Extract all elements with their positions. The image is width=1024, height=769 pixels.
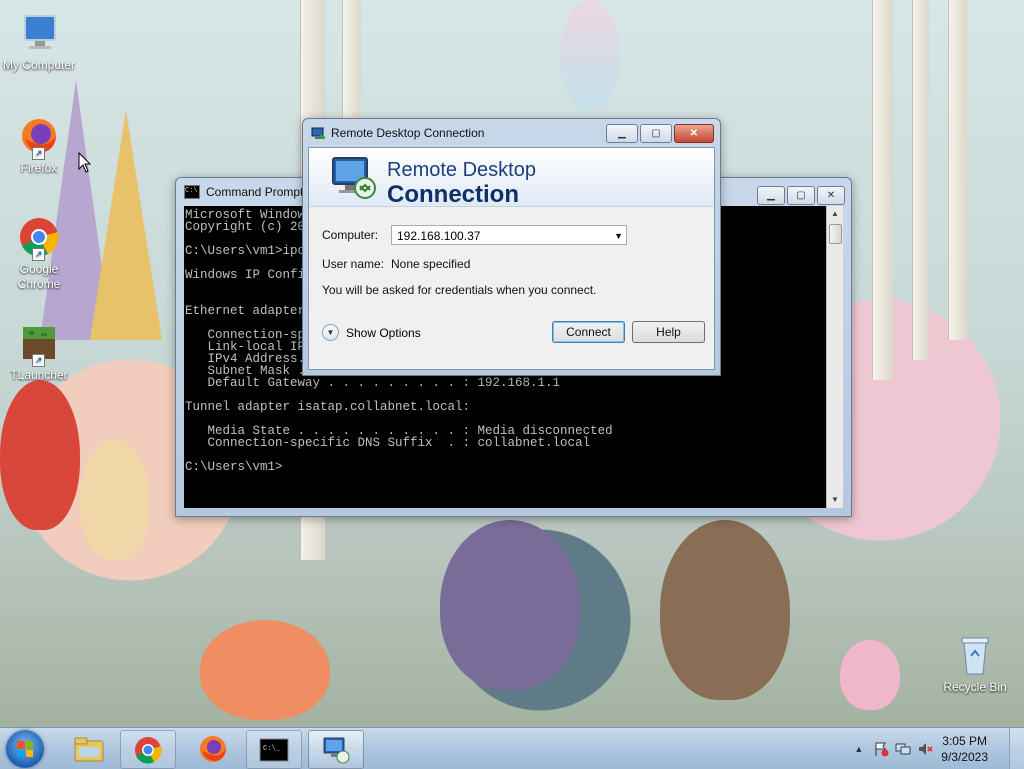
show-options-toggle[interactable]: ▼ Show Options [322,324,421,341]
computer-label: Computer: [322,228,379,242]
desktop-icon-tlauncher[interactable]: ↗ TLauncher [2,320,76,383]
desktop-icon-label: Firefox [20,161,58,175]
console-line: C:\Users\vm1> [185,460,283,474]
chrome-icon: ↗ [16,214,62,261]
close-button[interactable]: ✕ [817,186,845,205]
chevron-down-icon[interactable]: ▼ [614,226,623,246]
cmd-app-icon: C:\ [184,185,200,199]
banner-title-line2: Connection [387,181,519,208]
desktop-icon-firefox[interactable]: ↗ Firefox [2,113,76,176]
volume-muted-icon[interactable] [917,741,933,757]
desktop-icon-my-computer[interactable]: My Computer [2,10,76,73]
show-desktop-button[interactable] [1009,728,1024,769]
windows-logo-icon [17,741,33,757]
firefox-icon [200,735,226,762]
close-icon: ✕ [826,190,836,201]
clock-date: 9/3/2023 [941,749,988,764]
desktop-icon-label: TLauncher [10,368,68,382]
console-line: Default Gateway . . . . . . . . . : 192.… [185,376,561,390]
show-hidden-icons-button[interactable]: ▲ [854,744,863,754]
minimize-button[interactable]: ▁ [606,124,638,143]
scroll-up-icon[interactable]: ▲ [827,206,843,222]
console-line: Tunnel adapter isatap.collabnet.local: [185,400,471,414]
rdc-form: Computer: 192.168.100.37 ▼ User name: No… [309,207,714,369]
connect-button[interactable]: Connect [552,321,625,343]
desktop-icon-google-chrome[interactable]: ↗ Google Chrome [2,214,76,292]
taskbar-chrome-button[interactable] [120,730,176,769]
username-label: User name: [322,257,385,271]
desktop-icon-recycle-bin[interactable]: Recycle Bin [938,632,1012,695]
minimize-button[interactable]: ▁ [757,186,785,205]
rdc-content: Remote Desktop Connection Computer: 192.… [308,147,715,370]
taskbar: C:\_ ▲ 3:05 PM 9/3/2023 [0,727,1024,769]
taskbar-cmd-button[interactable]: C:\_ [246,730,302,769]
computer-value: 192.168.100.37 [397,229,481,243]
remote-desktop-logo-icon [332,157,376,199]
window-title: Remote Desktop Connection [331,126,485,140]
maximize-icon: ▢ [796,190,806,201]
clock-time: 3:05 PM [942,733,987,748]
firefox-icon: ↗ [16,113,62,160]
maximize-button[interactable]: ▢ [787,186,815,205]
remote-desktop-icon [323,737,350,763]
scroll-down-icon[interactable]: ▼ [827,492,843,508]
credentials-note: You will be asked for credentials when y… [322,283,597,297]
username-value: None specified [391,257,471,271]
taskbar-explorer-button[interactable] [62,730,116,767]
computer-combobox[interactable]: 192.168.100.37 ▼ [391,225,627,245]
maximize-icon: ▢ [651,128,661,139]
vertical-scrollbar[interactable]: ▲ ▼ [826,206,843,508]
computer-icon [16,10,62,56]
taskbar-firefox-button[interactable] [186,730,240,767]
mouse-cursor-icon [78,152,92,173]
maximize-button[interactable]: ▢ [640,124,672,143]
start-button[interactable] [6,730,44,768]
banner-title-line1: Remote Desktop [387,159,536,181]
minimize-icon: ▁ [618,128,626,139]
show-options-label: Show Options [346,325,421,340]
desktop-icon-label: My Computer [2,58,76,72]
desktop-icon-label: Recycle Bin [943,680,1007,694]
rdc-app-icon [311,127,325,139]
remote-desktop-window[interactable]: Remote Desktop Connection ▁ ▢ ✕ Remote D… [302,118,721,376]
window-title: Command Prompt [206,185,304,199]
chrome-icon [135,736,162,764]
folder-icon [74,737,104,761]
command-prompt-icon: C:\_ [259,738,289,761]
close-icon: ✕ [689,128,699,139]
scroll-thumb[interactable] [829,224,842,244]
help-button[interactable]: Help [632,321,705,343]
rdc-banner: Remote Desktop Connection [309,148,714,208]
desktop-icon-label: Google Chrome [17,262,61,291]
close-button[interactable]: ✕ [674,124,714,143]
console-line: Connection-specific DNS Suffix . : colla… [185,436,591,450]
svg-text:C:\_: C:\_ [263,745,281,753]
expand-chevron-icon: ▼ [322,324,339,341]
taskbar-clock[interactable]: 3:05 PM 9/3/2023 [941,733,988,765]
minecraft-block-icon: ↗ [16,320,62,367]
action-center-flag-icon[interactable] [873,741,889,757]
taskbar-rdc-button[interactable] [308,730,364,769]
minimize-icon: ▁ [767,190,775,201]
recycle-bin-icon [952,632,998,678]
network-icon[interactable] [895,741,911,757]
system-tray: ▲ 3:05 PM 9/3/2023 [854,728,1024,769]
